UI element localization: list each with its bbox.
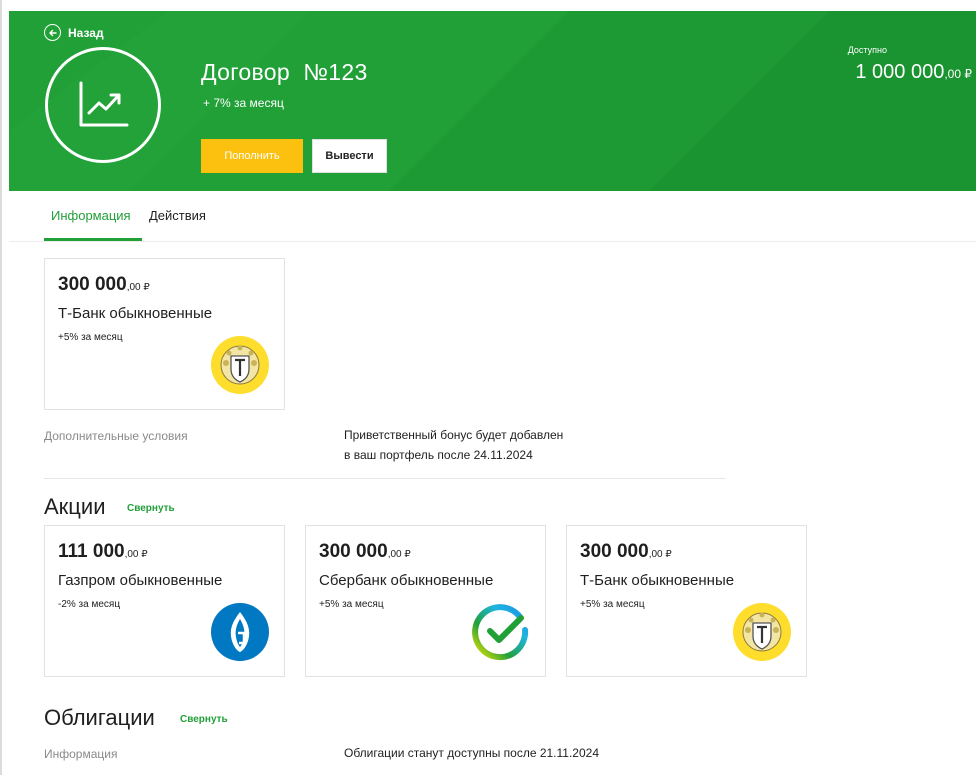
conditions-line-1: Приветственный бонус будет добавлен xyxy=(344,428,564,442)
asset-amount-value: 300 000 xyxy=(580,541,649,562)
bonds-section-title: Облигации xyxy=(44,705,155,730)
sber-logo-icon xyxy=(472,604,529,661)
contract-header: Назад Договор №123 + 7% за месяц Пополни… xyxy=(9,11,976,191)
tab-bar: Информация Действия xyxy=(9,192,976,242)
conditions-line-2: в ваш портфель после 24.11.2024 xyxy=(344,448,533,462)
asset-amount: 111 000,00 ₽ xyxy=(58,541,148,563)
stock-card-gazprom[interactable]: 111 000,00 ₽ Газпром обыкновенные -2% за… xyxy=(44,525,285,677)
asset-name: Сбербанк обыкновенные xyxy=(319,572,494,589)
asset-amount-value: 300 000 xyxy=(58,274,127,295)
arrow-left-icon xyxy=(44,24,61,41)
bonds-info-label: Информация xyxy=(44,747,118,761)
available-amount-cents: ,00 ₽ xyxy=(944,67,972,81)
back-label: Назад xyxy=(68,25,104,40)
bonds-info-value: Облигации станут доступны после 21.11.20… xyxy=(344,746,600,760)
available-amount: 1 000 000,00 ₽ xyxy=(855,61,972,84)
asset-change: -2% за месяц xyxy=(58,599,121,610)
asset-amount-value: 300 000 xyxy=(319,541,388,562)
deposit-button[interactable]: Пополнить xyxy=(201,139,303,173)
stocks-section-title: Акции xyxy=(44,494,106,519)
asset-amount: 300 000,00 ₽ xyxy=(580,541,672,563)
conditions-label: Дополнительные условия xyxy=(44,429,188,443)
tab-actions[interactable]: Действия xyxy=(149,208,206,223)
gazprom-logo-icon xyxy=(211,603,269,661)
tbank-logo-icon xyxy=(733,603,791,661)
asset-amount-cents: ,00 ₽ xyxy=(126,282,150,293)
asset-change: +5% за месяц xyxy=(319,599,384,610)
asset-amount-value: 111 000 xyxy=(58,541,125,562)
available-amount-value: 1 000 000 xyxy=(855,61,945,83)
back-button[interactable]: Назад xyxy=(44,24,104,41)
tab-information[interactable]: Информация xyxy=(51,208,131,223)
stock-card-sber[interactable]: 300 000,00 ₽ Сбербанк обыкновенные +5% з… xyxy=(305,525,546,677)
growth-chart-icon xyxy=(45,47,161,163)
asset-change: +5% за месяц xyxy=(580,599,645,610)
asset-name: Т-Банк обыкновенные xyxy=(58,305,213,322)
stock-card-tbank[interactable]: 300 000,00 ₽ Т-Банк обыкновенные +5% за … xyxy=(566,525,807,677)
asset-name: Т-Банк обыкновенные xyxy=(580,572,735,589)
stocks-collapse-link[interactable]: Свернуть xyxy=(127,503,175,514)
section-divider xyxy=(44,478,726,479)
left-border xyxy=(0,0,2,775)
contract-subtitle: + 7% за месяц xyxy=(203,96,284,110)
conditions-value: Приветственный бонус будет добавлен в ва… xyxy=(344,425,563,465)
asset-amount-cents: ,00 ₽ xyxy=(648,549,672,560)
asset-amount-cents: ,00 ₽ xyxy=(387,549,411,560)
available-label: Доступно xyxy=(847,45,887,55)
asset-amount-cents: ,00 ₽ xyxy=(124,549,148,560)
active-tab-indicator xyxy=(44,238,142,241)
asset-change: +5% за месяц xyxy=(58,332,123,343)
bonds-collapse-link[interactable]: Свернуть xyxy=(180,714,228,725)
asset-amount: 300 000,00 ₽ xyxy=(319,541,411,563)
asset-amount: 300 000,00 ₽ xyxy=(58,274,150,296)
contract-title: Договор №123 xyxy=(201,59,368,85)
featured-asset-card[interactable]: 300 000,00 ₽ Т-Банк обыкновенные +5% за … xyxy=(44,258,285,410)
tbank-logo-icon xyxy=(211,336,269,394)
withdraw-button[interactable]: Вывести xyxy=(312,139,387,173)
asset-name: Газпром обыкновенные xyxy=(58,572,223,589)
